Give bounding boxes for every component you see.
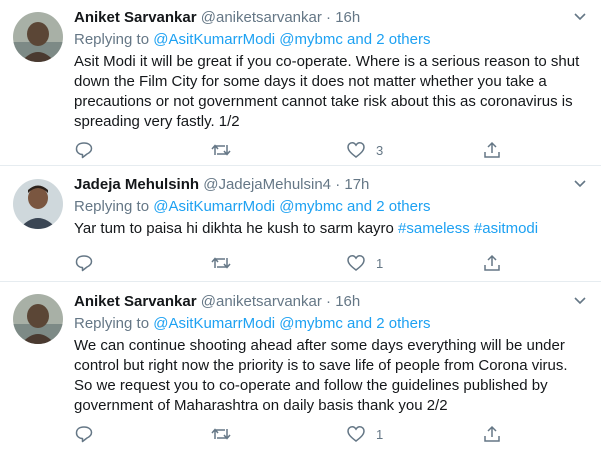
chevron-down-icon[interactable] [573,296,587,306]
replying-to-label: Replying to [74,198,150,215]
tweet[interactable]: Jadeja Mehulsinh @JadejaMehulsin4 · 17h … [0,166,601,282]
like-count: 1 [376,426,384,442]
user-handle[interactable]: @aniketsarvankar [201,293,322,310]
separator-dot: · [335,176,341,193]
hashtag-links[interactable]: #sameless #asitmodi [398,220,538,237]
timestamp[interactable]: 17h [344,176,369,193]
reply-button[interactable] [74,423,104,445]
mention-others[interactable]: 2 others [376,31,430,48]
retweet-icon [211,257,231,269]
tweet-text: Asit Modi it will be great if you co-ope… [74,53,580,130]
like-button[interactable]: 1 [346,252,383,274]
share-button[interactable] [482,139,502,161]
retweet-button[interactable] [210,139,242,161]
display-name[interactable]: Aniket Sarvankar [74,9,197,26]
replying-to: Replying to @AsitKumarrModi @mybmc and 2… [74,197,589,217]
like-count: 3 [376,142,384,158]
chevron-down-icon[interactable] [573,12,587,22]
tweet-header: Aniket Sarvankar @aniketsarvankar · 16h [74,292,589,312]
replying-to: Replying to @AsitKumarrModi @mybmc and 2… [74,30,589,50]
like-count: 1 [376,255,384,271]
timestamp[interactable]: 16h [335,293,360,310]
reply-icon [75,426,93,443]
replying-to-label: Replying to [74,315,150,332]
reply-icon [75,255,93,272]
share-icon [484,425,500,442]
retweet-icon [211,428,231,440]
replying-to: Replying to @AsitKumarrModi @mybmc and 2… [74,314,589,334]
user-handle[interactable]: @aniketsarvankar [201,9,322,26]
tweet-header: Aniket Sarvankar @aniketsarvankar · 16h [74,8,589,28]
reply-button[interactable] [74,139,104,161]
mention-others[interactable]: 2 others [376,198,430,215]
chevron-down-icon[interactable] [573,179,587,189]
tweet-actions: 3 [74,139,514,161]
retweet-button[interactable] [210,252,242,274]
timestamp[interactable]: 16h [335,9,360,26]
tweet-text: We can continue shooting ahead after som… [74,337,568,414]
reply-button[interactable] [74,252,104,274]
replying-to-label: Replying to [74,31,150,48]
mention-and[interactable]: and [347,31,372,48]
tweet-text: Yar tum to paisa hi dikhta he kush to sa… [74,219,589,239]
heart-icon [347,255,365,271]
avatar[interactable] [13,179,63,229]
tweet-feed: Aniket Sarvankar @aniketsarvankar · 16h … [0,0,601,450]
tweet[interactable]: Aniket Sarvankar @aniketsarvankar · 16h … [0,0,601,166]
tweet[interactable]: Aniket Sarvankar @aniketsarvankar · 16h … [0,282,601,450]
mention-links[interactable]: @AsitKumarrModi @mybmc [153,31,343,48]
mention-and[interactable]: and [347,315,372,332]
retweet-icon [211,144,231,156]
user-handle[interactable]: @JadejaMehulsin4 [203,176,331,193]
display-name[interactable]: Jadeja Mehulsinh [74,176,199,193]
avatar[interactable] [13,12,63,62]
mention-and[interactable]: and [347,198,372,215]
tweet-actions: 1 [74,252,514,274]
tweet-body: Yar tum to paisa hi dikhta he kush to sa… [74,220,394,237]
mention-others[interactable]: 2 others [376,315,430,332]
reply-icon [75,142,93,159]
like-button[interactable]: 1 [346,423,383,445]
share-icon [484,254,500,271]
share-button[interactable] [482,423,502,445]
avatar[interactable] [13,294,63,344]
separator-dot: · [326,293,332,310]
like-button[interactable]: 3 [346,139,383,161]
mention-links[interactable]: @AsitKumarrModi @mybmc [153,198,343,215]
tweet-actions: 1 [74,423,514,445]
mention-links[interactable]: @AsitKumarrModi @mybmc [153,315,343,332]
retweet-button[interactable] [210,423,242,445]
heart-icon [347,426,365,442]
separator-dot: · [326,9,332,26]
heart-icon [347,142,365,158]
display-name[interactable]: Aniket Sarvankar [74,293,197,310]
share-button[interactable] [482,252,502,274]
tweet-header: Jadeja Mehulsinh @JadejaMehulsin4 · 17h [74,175,589,195]
share-icon [484,141,500,158]
